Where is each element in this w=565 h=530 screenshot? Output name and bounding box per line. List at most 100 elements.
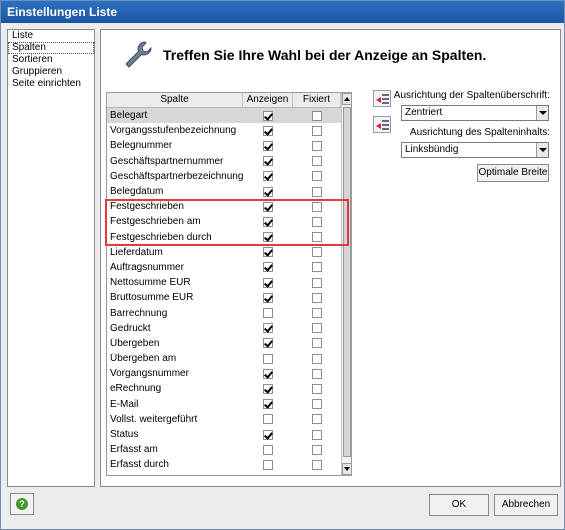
arrow-left-icon [376,123,381,129]
show-checkbox[interactable] [263,201,273,212]
fixed-checkbox[interactable] [312,308,322,319]
show-checkbox[interactable] [263,399,273,410]
table-row[interactable]: Bruttosumme EUR [107,290,341,305]
content-align-select[interactable]: Linksbündig [401,142,549,158]
column-header-fixed[interactable]: Fixiert [293,93,341,107]
fixed-checkbox[interactable] [312,429,322,440]
help-button[interactable]: ? [10,493,34,515]
show-checkbox[interactable] [263,308,273,319]
fixed-checkbox[interactable] [312,156,322,167]
fixed-checkbox[interactable] [312,459,322,470]
show-checkbox[interactable] [263,232,273,243]
fixed-checkbox[interactable] [312,216,322,227]
fixed-checkbox[interactable] [312,292,322,303]
nav-item[interactable]: Gruppieren [8,66,94,78]
table-row[interactable]: eRechnung [107,381,341,396]
row-label: Übergeben am [110,353,177,365]
table-row[interactable]: Geschäftspartnernummer [107,154,341,169]
table-row[interactable]: Belegnummer [107,138,341,153]
show-checkbox[interactable] [263,292,273,303]
table-row[interactable]: Vorgangsnummer [107,366,341,381]
show-checkbox[interactable] [263,186,273,197]
row-label: Geschäftspartnerbezeichnung [110,170,243,182]
fixed-checkbox[interactable] [312,110,322,121]
show-checkbox[interactable] [263,247,273,258]
chevron-down-icon[interactable] [536,143,548,157]
show-checkbox[interactable] [263,140,273,151]
table-row[interactable]: Festgeschrieben [107,199,341,214]
fixed-checkbox[interactable] [312,368,322,379]
fixed-checkbox[interactable] [312,323,322,334]
fixed-checkbox[interactable] [312,383,322,394]
fixed-checkbox[interactable] [312,171,322,182]
optimal-width-button[interactable]: Optimale Breite [477,164,549,182]
table-row[interactable]: Festgeschrieben am [107,214,341,229]
table-row[interactable]: Übergeben [107,336,341,351]
header-align-select[interactable]: Zentriert [401,105,549,121]
table-row[interactable]: Gedruckt [107,321,341,336]
fixed-checkbox[interactable] [312,262,322,273]
table-row[interactable]: Nettosumme EUR [107,275,341,290]
nav-item[interactable]: Liste [8,30,94,42]
fixed-checkbox[interactable] [312,277,322,288]
show-checkbox[interactable] [263,277,273,288]
fixed-checkbox[interactable] [312,232,322,243]
column-header-name[interactable]: Spalte [107,93,243,107]
show-checkbox[interactable] [263,171,273,182]
show-checkbox[interactable] [263,459,273,470]
fixed-checkbox[interactable] [312,186,322,197]
chevron-down-icon[interactable] [536,106,548,120]
move-down-button[interactable] [373,116,391,133]
fixed-checkbox[interactable] [312,125,322,136]
show-checkbox[interactable] [263,338,273,349]
move-up-button[interactable] [373,90,391,107]
cancel-button[interactable]: Abbrechen [494,494,558,516]
table-row[interactable]: Vorgangsstufenbezeichnung [107,123,341,138]
show-checkbox[interactable] [263,323,273,334]
table-row[interactable]: Auftragsnummer [107,260,341,275]
show-checkbox[interactable] [263,110,273,121]
grid-scrollbar[interactable] [341,93,351,475]
scrollbar-thumb[interactable] [343,107,351,457]
show-checkbox[interactable] [263,216,273,227]
show-checkbox[interactable] [263,444,273,455]
fixed-checkbox[interactable] [312,247,322,258]
fixed-checkbox[interactable] [312,353,322,364]
show-checkbox[interactable] [263,156,273,167]
show-cell [243,201,293,212]
show-checkbox[interactable] [263,429,273,440]
show-checkbox[interactable] [263,414,273,425]
column-header-show[interactable]: Anzeigen [243,93,293,107]
show-checkbox[interactable] [263,262,273,273]
wrench-icon [125,41,152,68]
nav-item[interactable]: Sortieren [8,54,94,66]
table-row[interactable]: Erfasst durch [107,457,341,472]
fixed-checkbox[interactable] [312,338,322,349]
show-checkbox[interactable] [263,383,273,394]
scroll-up-icon[interactable] [342,93,351,105]
ok-button[interactable]: OK [429,494,489,516]
fixed-checkbox[interactable] [312,140,322,151]
table-row[interactable]: Barrechnung [107,305,341,320]
nav-item[interactable]: Seite einrichten [8,78,94,90]
fixed-checkbox[interactable] [312,444,322,455]
table-row[interactable]: Belegart [107,108,341,124]
table-row[interactable]: Festgeschrieben durch [107,230,341,245]
show-checkbox[interactable] [263,368,273,379]
table-row[interactable]: Erfasst am [107,442,341,457]
show-cell [243,110,293,121]
show-checkbox[interactable] [263,125,273,136]
table-row[interactable]: Status [107,427,341,442]
fixed-checkbox[interactable] [312,201,322,212]
nav-item[interactable]: Spalten [8,42,94,54]
table-row[interactable]: Vollst. weitergeführt [107,412,341,427]
table-row[interactable]: Belegdatum [107,184,341,199]
table-row[interactable]: Lieferdatum [107,245,341,260]
show-checkbox[interactable] [263,353,273,364]
table-row[interactable]: Geschäftspartnerbezeichnung [107,169,341,184]
fixed-checkbox[interactable] [312,414,322,425]
table-row[interactable]: Übergeben am [107,351,341,366]
fixed-checkbox[interactable] [312,399,322,410]
table-row[interactable]: E-Mail [107,397,341,412]
scroll-down-icon[interactable] [342,463,351,475]
